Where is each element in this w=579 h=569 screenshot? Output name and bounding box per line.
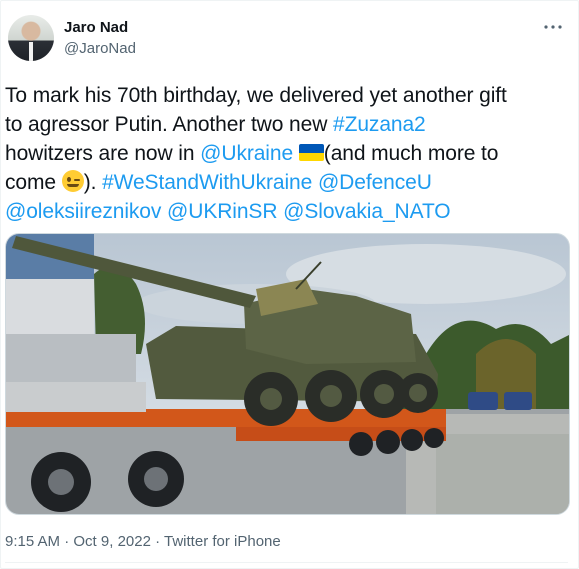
hashtag-link[interactable]: #WeStandWithUkraine (102, 171, 312, 194)
tweet-text-line: (and much more to (323, 142, 499, 165)
tweet-date[interactable]: Oct 9, 2022 (73, 533, 151, 550)
divider (5, 562, 568, 563)
tweet-text: To mark his 70th birthday, we delivered … (5, 81, 575, 226)
mention-link[interactable]: @DefenceU (318, 171, 432, 194)
more-horizontal-icon[interactable] (541, 15, 565, 39)
mention-link[interactable]: @UKRinSR (167, 200, 277, 223)
tweet-text-line: come (5, 171, 62, 194)
tweet-text-line: To mark his 70th birthday, we delivered … (5, 84, 507, 107)
mention-link[interactable]: @Ukraine (200, 142, 293, 165)
meta-separator: · (60, 533, 74, 550)
tweet-card: Jaro Nad @JaroNad To mark his 70th birth… (0, 0, 579, 569)
avatar[interactable] (8, 15, 54, 61)
tweet-time[interactable]: 9:15 AM (5, 533, 60, 550)
ukraine-flag-icon (298, 144, 324, 161)
tweet-photo[interactable] (5, 233, 570, 515)
meta-separator: · (150, 533, 165, 550)
tweet-text-line: to agressor Putin. Another two new (5, 113, 334, 136)
tweet-text-line: ). (83, 171, 103, 194)
mention-link[interactable]: @oleksiireznikov (5, 200, 161, 223)
mention-link[interactable]: @Slovakia_NATO (283, 200, 450, 223)
tweet-source[interactable]: Twitter for iPhone (164, 533, 281, 550)
tweet-metadata: 9:15 AM · Oct 9, 2022 · Twitter for iPho… (5, 532, 281, 552)
winking-face-icon (61, 170, 84, 192)
author-name[interactable]: Jaro Nad (64, 19, 128, 37)
tweet-text-line: howitzers are now in (5, 142, 201, 165)
hashtag-link[interactable]: #Zuzana2 (333, 113, 426, 136)
author-handle[interactable]: @JaroNad (64, 40, 136, 58)
